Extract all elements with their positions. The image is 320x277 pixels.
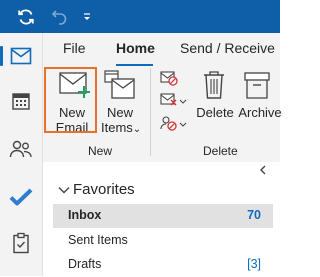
tab-file[interactable]: File (63, 40, 86, 56)
favorites-header[interactable]: Favorites (73, 181, 135, 198)
collapse-pane-icon[interactable] (258, 165, 268, 175)
sync-icon[interactable] (15, 6, 37, 28)
cleanup-button[interactable] (160, 92, 188, 108)
item-count: [3] (247, 257, 261, 271)
mail-nav-item[interactable] (0, 38, 42, 74)
folder-name: Drafts (68, 257, 102, 271)
ignore-button[interactable] (160, 70, 178, 86)
clipboard-icon (13, 232, 29, 254)
left-nav-rail (0, 33, 43, 276)
calendar-icon (12, 93, 30, 110)
delete-label: Delete (196, 105, 234, 120)
undo-icon[interactable] (49, 6, 71, 28)
chevron-down-icon: ⌄ (132, 124, 142, 135)
junk-icon (160, 116, 187, 131)
folder-name: Sent Items (68, 233, 128, 247)
unread-count: 70 (247, 208, 261, 222)
group-label-delete: Delete (203, 144, 238, 158)
ignore-icon (160, 71, 178, 86)
archive-label: Archive (238, 105, 282, 120)
junk-button[interactable] (160, 115, 188, 131)
calendar-nav-item[interactable] (0, 83, 42, 119)
new-items-text: Items (101, 120, 133, 135)
folder-sent-items[interactable]: Sent Items (53, 229, 273, 253)
folder-name: Inbox (68, 208, 102, 222)
active-tab-underline (116, 64, 153, 66)
tasks-nav-item[interactable] (0, 225, 42, 261)
group-divider (150, 68, 151, 156)
cleanup-icon (160, 93, 187, 106)
todo-icon (9, 188, 33, 206)
people-icon (9, 140, 32, 158)
focus-highlight (44, 67, 97, 133)
archive-icon (244, 72, 270, 100)
tab-home[interactable]: Home (116, 40, 155, 56)
todo-nav-item[interactable] (0, 179, 42, 215)
new-items-label-line1: New (106, 105, 133, 120)
people-nav-item[interactable] (0, 131, 42, 167)
favorites-chevron-icon[interactable] (58, 185, 70, 195)
folder-drafts[interactable]: Drafts [3] (53, 253, 273, 277)
customize-toolbar-icon[interactable] (76, 6, 98, 28)
group-label-new: New (88, 144, 113, 158)
mail-icon (10, 47, 32, 65)
delete-icon (202, 70, 226, 100)
new-items-icon (104, 70, 136, 102)
folder-inbox[interactable]: Inbox 70 (53, 204, 273, 228)
new-items-label-line2: Items⌄ (101, 120, 141, 138)
active-indicator (0, 46, 3, 66)
tab-send-receive[interactable]: Send / Receive (180, 40, 275, 56)
title-bar (0, 0, 280, 33)
